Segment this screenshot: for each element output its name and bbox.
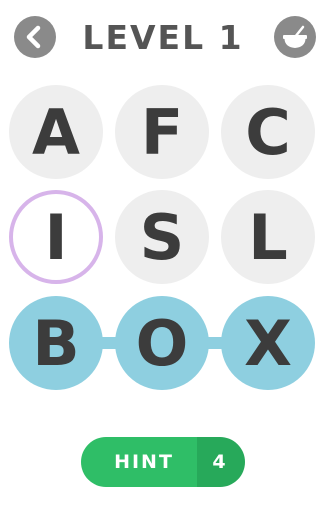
letter-tile[interactable]: C <box>221 85 315 179</box>
letter-tile[interactable]: A <box>9 85 103 179</box>
letter-tile-selected[interactable]: X <box>221 296 315 390</box>
bowl-icon <box>283 25 307 48</box>
back-button[interactable] <box>14 16 56 58</box>
bowl-button[interactable] <box>274 16 316 58</box>
letter-tile-selected[interactable]: B <box>9 296 103 390</box>
letter-tile[interactable]: L <box>221 190 315 284</box>
letter-tile[interactable]: S <box>115 190 209 284</box>
hint-button[interactable]: HINT 4 <box>81 437 245 487</box>
letter-tile-selected[interactable]: O <box>115 296 209 390</box>
hint-count-badge: 4 <box>197 437 245 487</box>
letter-tile[interactable]: F <box>115 85 209 179</box>
letter-tile-highlighted[interactable]: I <box>9 190 103 284</box>
level-title: LEVEL 1 <box>82 18 244 57</box>
hint-label: HINT <box>81 437 197 487</box>
chevron-left-icon <box>26 25 41 49</box>
